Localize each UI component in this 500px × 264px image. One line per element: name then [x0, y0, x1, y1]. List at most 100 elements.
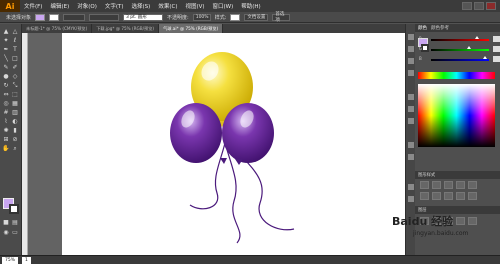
red-slider[interactable]: [431, 36, 500, 42]
stroke-color-swatch[interactable]: [49, 13, 60, 21]
panel-stroke-swatch[interactable]: [421, 44, 429, 52]
doc-tab-1[interactable]: 未标题-1* @ 75% (CMYK/预览): [22, 24, 93, 33]
stroke-weight-dropdown[interactable]: [63, 13, 86, 21]
gradient-mode-icon[interactable]: ▤: [11, 219, 19, 226]
color-spectrum[interactable]: [418, 84, 495, 147]
selection-status: 未选择对象: [6, 14, 32, 21]
brushes-panel-icon[interactable]: [408, 58, 414, 64]
selection-tool-icon[interactable]: ▲: [2, 28, 10, 35]
swatches-panel-icon[interactable]: [408, 46, 414, 52]
zoom-tool-icon[interactable]: ⌕: [11, 145, 19, 152]
symbol-sprayer-tool-icon[interactable]: ✺: [2, 127, 10, 134]
doc-tab-3[interactable]: 气球.ai* @ 75% (RGB/预览): [159, 24, 224, 33]
pen-tool-icon[interactable]: ✒: [2, 46, 10, 53]
preferences-button[interactable]: 首选项: [272, 12, 291, 23]
menu-object[interactable]: 对象(O): [73, 2, 101, 10]
doc-tab-2[interactable]: 下载.jpg* @ 75% (RGB/预览): [92, 24, 160, 33]
canvas-area[interactable]: [22, 33, 405, 255]
minimize-button[interactable]: [462, 2, 472, 10]
direct-selection-tool-icon[interactable]: △: [11, 28, 19, 35]
paintbrush-tool-icon[interactable]: ✎: [2, 64, 10, 71]
channel-g-label: G: [419, 46, 423, 51]
style-swatch-3[interactable]: [444, 181, 453, 189]
artboard[interactable]: [62, 33, 405, 255]
layer-thumb-5[interactable]: [468, 217, 477, 225]
menu-effect[interactable]: 效果(C): [154, 2, 181, 10]
gradient-panel-icon[interactable]: [408, 106, 414, 112]
hand-tool-icon[interactable]: ✋: [2, 145, 10, 152]
variable-width-dropdown[interactable]: [89, 13, 120, 21]
column-graph-tool-icon[interactable]: ▮: [11, 127, 19, 134]
fill-color-swatch[interactable]: [35, 13, 46, 21]
green-slider[interactable]: [431, 46, 500, 52]
blob-brush-tool-icon[interactable]: ●: [2, 73, 10, 80]
artboards-panel-icon[interactable]: [408, 196, 414, 202]
blend-tool-icon[interactable]: ◐: [11, 118, 19, 125]
tools-panel: ▲ △ ✦ ℓ ✒ T ╲ □ ✎ ✐ ● ◇ ↻ ⤡ ⇔ ⬚ ◎ ▦ # ▥ …: [0, 24, 22, 256]
rotate-tool-icon[interactable]: ↻: [2, 82, 10, 89]
appearance-panel-icon[interactable]: [408, 142, 414, 148]
free-transform-tool-icon[interactable]: ⬚: [11, 91, 19, 98]
maximize-button[interactable]: [474, 2, 484, 10]
menu-file[interactable]: 文件(F): [20, 2, 46, 10]
close-button[interactable]: [486, 2, 496, 10]
slice-tool-icon[interactable]: ⊘: [11, 136, 19, 143]
style-swatch-9[interactable]: [456, 192, 465, 200]
menu-window[interactable]: 窗口(W): [209, 2, 238, 10]
opacity-input[interactable]: 100%: [192, 13, 211, 21]
style-swatch-7[interactable]: [432, 192, 441, 200]
rectangle-tool-icon[interactable]: □: [11, 55, 19, 62]
color-panel-icon[interactable]: [408, 34, 414, 40]
style-swatch-10[interactable]: [468, 192, 477, 200]
screen-mode-icon[interactable]: ▭: [11, 229, 19, 236]
tab-color[interactable]: 颜色: [418, 25, 427, 31]
magic-wand-tool-icon[interactable]: ✦: [2, 37, 10, 44]
layers-panel-icon[interactable]: [408, 184, 414, 190]
gradient-tool-icon[interactable]: ▥: [11, 109, 19, 116]
graphic-styles-panel-icon[interactable]: [408, 154, 414, 160]
style-swatch-6[interactable]: [420, 192, 429, 200]
type-tool-icon[interactable]: T: [11, 46, 19, 53]
style-swatch-4[interactable]: [456, 181, 465, 189]
color-mode-icon[interactable]: ■: [2, 219, 10, 226]
document-setup-button[interactable]: 文档设置: [244, 13, 269, 21]
tab-color-guide[interactable]: 颜色参考: [431, 25, 449, 31]
style-swatch-8[interactable]: [444, 192, 453, 200]
symbols-panel-icon[interactable]: [408, 70, 414, 76]
draw-mode-icon[interactable]: ◉: [2, 229, 10, 236]
eraser-tool-icon[interactable]: ◇: [11, 73, 19, 80]
mesh-tool-icon[interactable]: #: [2, 109, 10, 116]
stroke-panel-icon[interactable]: [408, 94, 414, 100]
brush-dropdown[interactable]: 3 pt. 圆形: [123, 13, 164, 21]
control-bar: 未选择对象 3 pt. 圆形 不透明度: 100% 样式: 文档设置 首选项: [0, 12, 500, 23]
menu-edit[interactable]: 编辑(E): [46, 2, 73, 10]
shape-builder-tool-icon[interactable]: ◎: [2, 100, 10, 107]
menu-type[interactable]: 文字(T): [101, 2, 128, 10]
zoom-level[interactable]: 75%: [2, 256, 19, 264]
width-tool-icon[interactable]: ⇔: [2, 91, 10, 98]
channel-b-label: B: [419, 56, 422, 61]
lasso-tool-icon[interactable]: ℓ: [11, 37, 19, 44]
style-swatch-2[interactable]: [432, 181, 441, 189]
menu-view[interactable]: 视图(V): [181, 2, 208, 10]
line-tool-icon[interactable]: ╲: [2, 55, 10, 62]
layer-thumb-4[interactable]: [456, 217, 465, 225]
menu-help[interactable]: 帮助(H): [237, 2, 264, 10]
transparency-panel-icon[interactable]: [408, 118, 414, 124]
artboard-tool-icon[interactable]: ⊞: [2, 136, 10, 143]
style-swatch-1[interactable]: [420, 181, 429, 189]
artboard-page-number[interactable]: 1: [22, 256, 31, 264]
balloons-artwork[interactable]: [62, 33, 405, 255]
purple-balloon-left[interactable]: [170, 103, 222, 163]
style-swatch[interactable]: [230, 13, 241, 21]
pencil-tool-icon[interactable]: ✐: [11, 64, 19, 71]
blue-slider[interactable]: [431, 56, 500, 62]
stroke-swatch[interactable]: [9, 204, 19, 214]
perspective-grid-tool-icon[interactable]: ▦: [11, 100, 19, 107]
color-ramp-bar[interactable]: [418, 72, 495, 79]
menu-select[interactable]: 选择(S): [128, 2, 155, 10]
eyedropper-tool-icon[interactable]: ⌇: [2, 118, 10, 125]
style-swatch-5[interactable]: [468, 181, 477, 189]
scale-tool-icon[interactable]: ⤡: [11, 82, 19, 89]
status-bar: 75% 1: [0, 255, 500, 264]
